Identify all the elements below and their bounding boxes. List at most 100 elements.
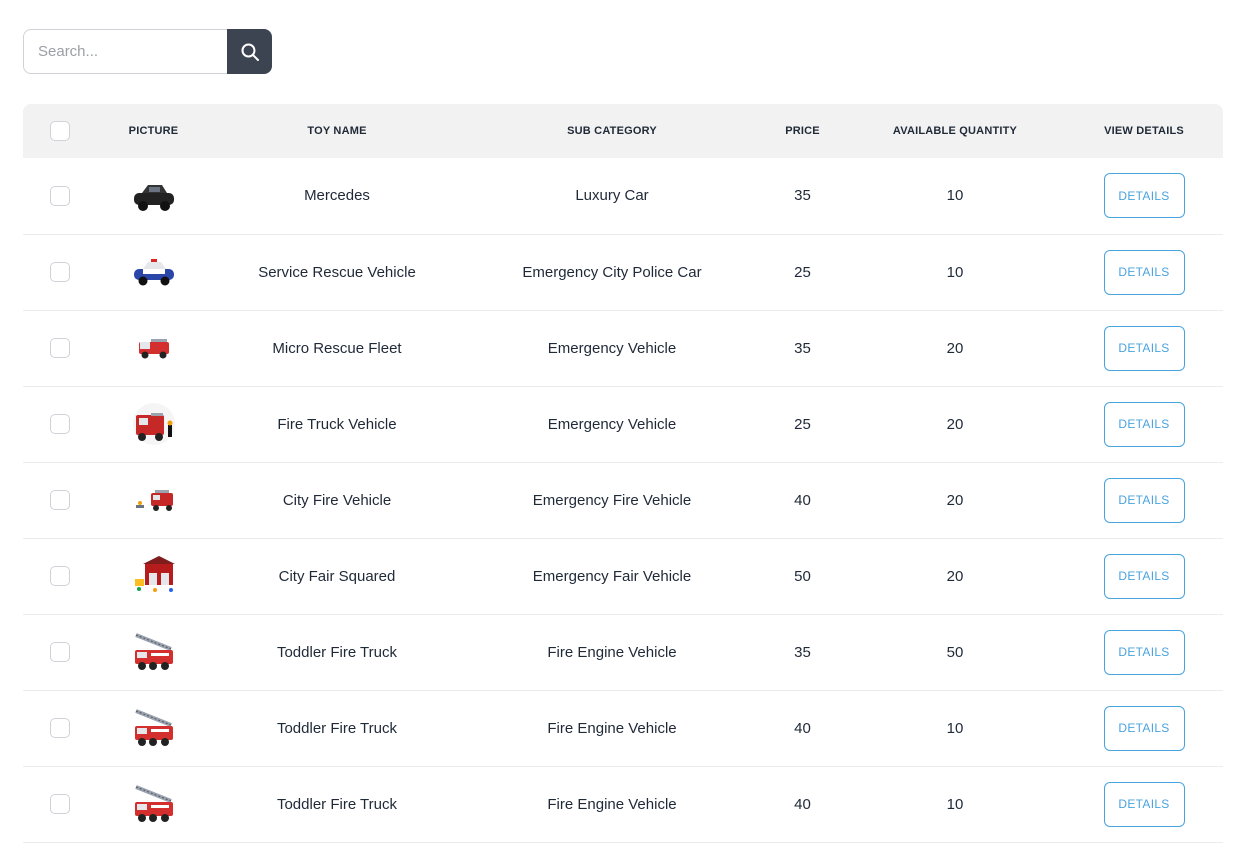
quantity-cell: 50 bbox=[946, 643, 964, 661]
table-row: Toddler Fire Truck Fire Engine Vehicle 40 1… bbox=[23, 690, 1223, 766]
price-cell: 40 bbox=[794, 491, 811, 509]
details-button[interactable]: DETAILS bbox=[1103, 477, 1185, 523]
header-view-details: VIEW DETAILS bbox=[1104, 125, 1184, 137]
row-checkbox[interactable] bbox=[50, 414, 70, 434]
toy-name-cell: Fire Truck Vehicle bbox=[277, 415, 397, 433]
table-row: Fire Truck Vehicle Emergency Vehicle 25 20 D… bbox=[23, 386, 1223, 462]
details-button[interactable]: DETAILS bbox=[1103, 173, 1185, 219]
row-checkbox[interactable] bbox=[50, 338, 70, 358]
header-picture: PICTURE bbox=[128, 125, 179, 137]
sub-category-cell: Emergency Fire Vehicle bbox=[532, 491, 692, 509]
toy-name-cell: City Fair Squared bbox=[278, 567, 396, 585]
quantity-cell: 20 bbox=[946, 567, 964, 585]
sub-category-cell: Emergency Fair Vehicle bbox=[532, 567, 692, 585]
row-select-cell bbox=[23, 386, 97, 462]
details-button[interactable]: DETAILS bbox=[1103, 325, 1185, 371]
picture-cell bbox=[97, 234, 210, 310]
picture-cell bbox=[97, 766, 210, 842]
quantity-cell: 10 bbox=[946, 795, 964, 813]
table-row: Mercedes Luxury Car 35 10 DETAILS bbox=[23, 158, 1223, 234]
header-available-quantity: AVAILABLE QUANTITY bbox=[892, 125, 1018, 137]
quantity-cell: 10 bbox=[946, 719, 964, 737]
picture-cell bbox=[97, 310, 210, 386]
ladder-fire-truck-icon bbox=[134, 633, 173, 670]
table-row: City Fire Vehicle Emergency Fire Vehicle 4… bbox=[23, 462, 1223, 538]
quantity-cell: 10 bbox=[946, 263, 964, 281]
header-toy-name: TOY NAME bbox=[307, 125, 367, 137]
row-select-cell bbox=[23, 462, 97, 538]
quantity-cell: 20 bbox=[946, 339, 964, 357]
select-all-cell bbox=[23, 104, 97, 158]
toy-name-cell: Toddler Fire Truck bbox=[276, 795, 398, 813]
details-button[interactable]: DETAILS bbox=[1103, 781, 1185, 827]
picture-cell bbox=[97, 690, 210, 766]
search-input[interactable] bbox=[23, 29, 227, 74]
details-cell: DETAILS bbox=[1065, 386, 1223, 462]
table-row: Toddler Fire Truck Fire Engine Vehicle 35 5… bbox=[23, 614, 1223, 690]
price-cell: 35 bbox=[794, 643, 811, 661]
picture-cell bbox=[97, 614, 210, 690]
picture-cell bbox=[97, 538, 210, 614]
table-row: Toddler Fire Truck Fire Engine Vehicle 40 1… bbox=[23, 766, 1223, 842]
search-button[interactable] bbox=[227, 29, 272, 74]
price-cell: 35 bbox=[794, 187, 811, 205]
header-price: PRICE bbox=[785, 125, 820, 137]
row-checkbox[interactable] bbox=[50, 490, 70, 510]
sub-category-cell: Luxury Car bbox=[575, 187, 649, 205]
black-toy-car-icon bbox=[133, 184, 174, 211]
sub-category-cell: Fire Engine Vehicle bbox=[547, 795, 677, 813]
ladder-fire-truck-icon bbox=[134, 785, 173, 822]
details-button[interactable]: DETAILS bbox=[1103, 249, 1185, 295]
sub-category-cell: Fire Engine Vehicle bbox=[547, 643, 677, 661]
details-cell: DETAILS bbox=[1065, 538, 1223, 614]
row-checkbox[interactable] bbox=[50, 262, 70, 282]
details-cell: DETAILS bbox=[1065, 158, 1223, 234]
header-sub-category: SUB CATEGORY bbox=[567, 125, 657, 137]
toy-name-cell: City Fire Vehicle bbox=[282, 491, 392, 509]
details-cell: DETAILS bbox=[1065, 310, 1223, 386]
search-icon bbox=[241, 43, 259, 61]
price-cell: 50 bbox=[794, 567, 811, 585]
row-checkbox[interactable] bbox=[50, 566, 70, 586]
fire-vehicle-set-icon bbox=[135, 490, 173, 511]
row-select-cell bbox=[23, 158, 97, 234]
police-car-icon bbox=[133, 259, 174, 286]
details-button[interactable]: DETAILS bbox=[1103, 705, 1185, 751]
quantity-cell: 10 bbox=[946, 187, 964, 205]
sub-category-cell: Emergency Vehicle bbox=[547, 339, 677, 357]
select-all-checkbox[interactable] bbox=[50, 121, 70, 141]
details-cell: DETAILS bbox=[1065, 462, 1223, 538]
quantity-cell: 20 bbox=[946, 491, 964, 509]
price-cell: 25 bbox=[794, 415, 811, 433]
price-cell: 35 bbox=[794, 339, 811, 357]
row-select-cell bbox=[23, 310, 97, 386]
details-button[interactable]: DETAILS bbox=[1103, 401, 1185, 447]
row-checkbox[interactable] bbox=[50, 718, 70, 738]
row-select-cell bbox=[23, 690, 97, 766]
details-button[interactable]: DETAILS bbox=[1103, 553, 1185, 599]
toy-name-cell: Mercedes bbox=[304, 187, 370, 205]
details-button[interactable]: DETAILS bbox=[1103, 629, 1185, 675]
quantity-cell: 20 bbox=[946, 415, 964, 433]
fire-truck-set-icon bbox=[132, 403, 175, 445]
toy-name-cell: Toddler Fire Truck bbox=[276, 643, 398, 661]
picture-cell bbox=[97, 386, 210, 462]
table-row: Micro Rescue Fleet Emergency Vehicle 35 20 D… bbox=[23, 310, 1223, 386]
fire-station-set-icon bbox=[134, 556, 175, 592]
price-cell: 40 bbox=[794, 719, 811, 737]
details-cell: DETAILS bbox=[1065, 690, 1223, 766]
search-bar bbox=[23, 29, 272, 74]
picture-cell bbox=[97, 158, 210, 234]
table-row: Service Rescue Vehicle Emergency City Pol… bbox=[23, 234, 1223, 310]
table-header-row: PICTURE TOY NAME SUB CATEGORY PRICE AVAI… bbox=[23, 104, 1223, 158]
toy-name-cell: Micro Rescue Fleet bbox=[272, 339, 402, 357]
details-cell: DETAILS bbox=[1065, 234, 1223, 310]
row-checkbox[interactable] bbox=[50, 794, 70, 814]
toy-name-cell: Toddler Fire Truck bbox=[276, 719, 398, 737]
row-select-cell bbox=[23, 538, 97, 614]
sub-category-cell: Fire Engine Vehicle bbox=[547, 719, 677, 737]
row-checkbox[interactable] bbox=[50, 642, 70, 662]
sub-category-cell: Emergency City Police Car bbox=[522, 263, 702, 281]
row-checkbox[interactable] bbox=[50, 185, 70, 206]
toys-table: PICTURE TOY NAME SUB CATEGORY PRICE AVAI… bbox=[23, 104, 1223, 843]
